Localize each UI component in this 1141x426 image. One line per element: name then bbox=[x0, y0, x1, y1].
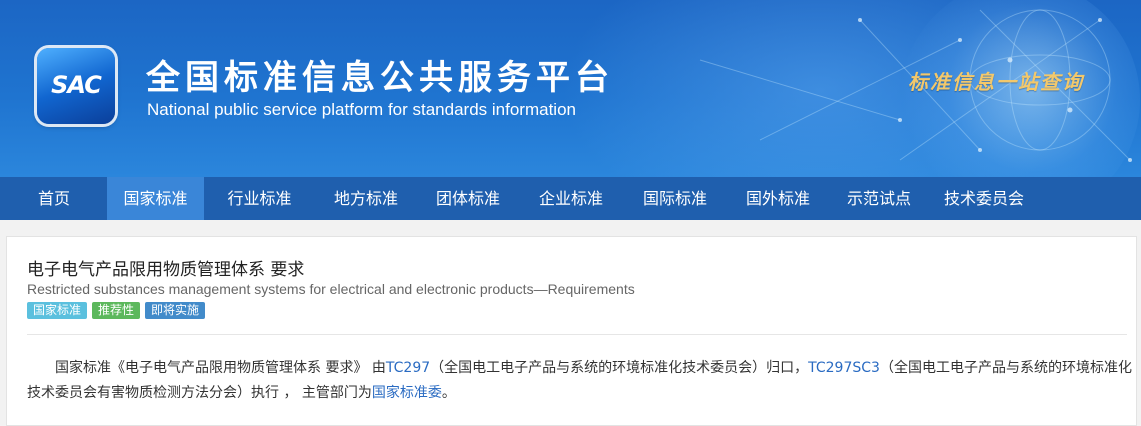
nav-item-international-standards[interactable]: 国际标准 bbox=[623, 177, 727, 220]
logo-text: SAC bbox=[51, 71, 102, 99]
nav-item-group-standards[interactable]: 团体标准 bbox=[417, 177, 519, 220]
standard-title: 电子电气产品限用物质管理体系 要求 bbox=[27, 260, 305, 280]
standard-title-en: Restricted substances management systems… bbox=[27, 281, 635, 297]
nav-item-local-standards[interactable]: 地方标准 bbox=[315, 177, 417, 220]
nav-item-pilot-demo[interactable]: 示范试点 bbox=[829, 177, 929, 220]
standard-badges: 国家标准 推荐性 即将实施 bbox=[27, 302, 206, 319]
standard-detail-panel: 电子电气产品限用物质管理体系 要求 Restricted substances … bbox=[6, 236, 1137, 426]
main-nav: 首页 国家标准 行业标准 地方标准 团体标准 企业标准 国际标准 国外标准 示范… bbox=[0, 177, 1141, 220]
standard-description: 国家标准《电子电气产品限用物质管理体系 要求》 由TC297（全国电工电子产品与… bbox=[27, 356, 1133, 406]
nav-item-foreign-standards[interactable]: 国外标准 bbox=[727, 177, 829, 220]
authority-link[interactable]: 国家标准委 bbox=[372, 385, 442, 401]
badge-recommended: 推荐性 bbox=[92, 302, 141, 319]
committee-link-tc297[interactable]: TC297 bbox=[386, 360, 430, 376]
site-title: 全国标准信息公共服务平台 bbox=[146, 58, 614, 98]
header-banner: SAC 全国标准信息公共服务平台 National public service… bbox=[0, 0, 1141, 177]
divider bbox=[27, 334, 1127, 335]
nav-item-technical-committee[interactable]: 技术委员会 bbox=[929, 177, 1039, 220]
nav-item-industry-standards[interactable]: 行业标准 bbox=[204, 177, 315, 220]
slogan: 标准信息一站查询 bbox=[908, 70, 1084, 94]
badge-upcoming: 即将实施 bbox=[145, 302, 206, 319]
description-text: （全国电工电子产品与系统的环境标准化技术委员会）归口， bbox=[430, 360, 809, 376]
nav-item-home[interactable]: 首页 bbox=[0, 177, 107, 220]
sac-logo[interactable]: SAC bbox=[37, 48, 115, 124]
description-text: 。 bbox=[441, 385, 456, 401]
site-subtitle: National public service platform for sta… bbox=[147, 100, 576, 119]
committee-link-tc297sc3[interactable]: TC297SC3 bbox=[808, 360, 880, 376]
nav-item-enterprise-standards[interactable]: 企业标准 bbox=[519, 177, 623, 220]
badge-national-standard: 国家标准 bbox=[27, 302, 88, 319]
nav-item-national-standards[interactable]: 国家标准 bbox=[107, 177, 204, 220]
description-text: 国家标准《电子电气产品限用物质管理体系 要求》 由 bbox=[55, 360, 386, 376]
